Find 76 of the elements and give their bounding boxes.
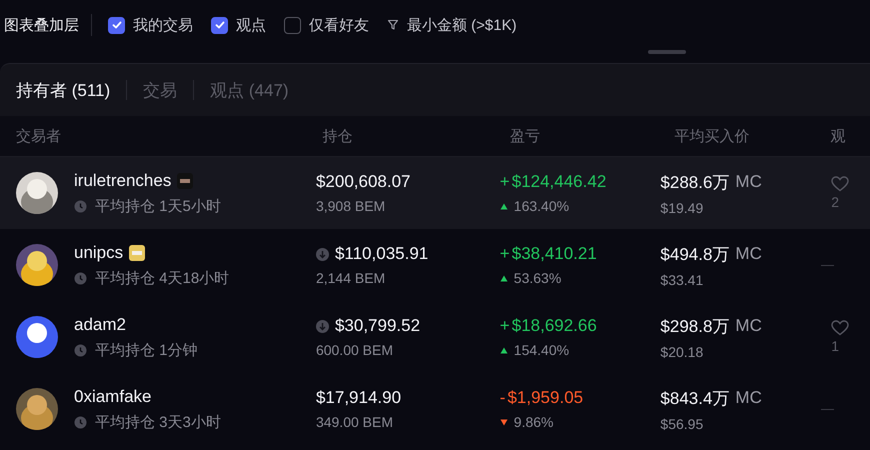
view-count: 2 (831, 194, 840, 210)
pnl-percent: 53.63% (514, 270, 562, 286)
avg-market-cap: $298.8万 (660, 316, 730, 338)
avg-market-cap: $843.4万 (660, 388, 730, 410)
holding-amount: 2,144 BEM (316, 270, 386, 286)
filter-icon (387, 19, 399, 31)
column-header: 持仓 (322, 126, 354, 146)
market-cap-unit: MC (735, 172, 762, 192)
trader-name[interactable]: iruletrenches (74, 170, 172, 190)
option-checkbox[interactable]: 仅看好友 (284, 16, 369, 34)
checkbox[interactable] (108, 16, 125, 34)
pnl-value: $1,959.05 (507, 388, 584, 408)
pnl-value: $124,446.42 (512, 172, 606, 192)
pnl-sign: + (500, 244, 510, 264)
pnl-percent: 163.40% (514, 198, 570, 214)
down-triangle-icon (500, 418, 508, 426)
avg-buy-price: $20.18 (660, 344, 704, 360)
overlay-title: 图表叠加层 (4, 16, 79, 34)
avg-market-cap: $288.6万 (660, 172, 730, 194)
clock-icon (74, 200, 87, 212)
up-triangle-icon (500, 346, 508, 354)
trader-name[interactable]: adam2 (74, 314, 126, 334)
check-icon (214, 19, 226, 31)
pnl-percent: 154.40% (514, 342, 570, 358)
option-checkbox[interactable]: 观点 (211, 16, 266, 34)
option-label: 仅看好友 (309, 16, 369, 34)
market-cap-unit: MC (735, 244, 762, 264)
hold-time: 平均持仓 4天18小时 (95, 268, 230, 288)
market-cap-unit: MC (735, 388, 762, 408)
clock-icon (74, 344, 87, 356)
avg-buy-price: $19.49 (660, 200, 704, 216)
option-label: 我的交易 (133, 16, 193, 34)
up-triangle-icon (500, 202, 508, 210)
holding-value: $17,914.90 (316, 388, 402, 408)
holding-value: $200,608.07 (316, 172, 410, 192)
check-icon (110, 19, 122, 31)
heart-icon[interactable] (831, 176, 850, 192)
tab[interactable]: 持有者 (511) (16, 78, 110, 102)
pnl-value: $18,692.66 (512, 316, 597, 336)
trader-name[interactable]: 0xiamfake (74, 386, 152, 406)
min-amount-filter[interactable]: 最小金额 (>$1K) (387, 16, 517, 34)
hold-time: 平均持仓 1天5小时 (95, 196, 221, 216)
checkbox[interactable] (211, 16, 228, 34)
drag-handle[interactable] (648, 50, 686, 54)
checkbox[interactable] (284, 16, 301, 34)
column-header: 平均买入价 (674, 126, 750, 146)
column-header: 盈亏 (510, 126, 542, 146)
pnl-sign: + (500, 172, 510, 192)
column-header: 观 (830, 126, 846, 146)
pnl-sign: + (500, 316, 510, 336)
holding-amount: 3,908 BEM (316, 198, 386, 214)
trader-name[interactable]: unipcs (74, 242, 124, 262)
avg-buy-price: $33.41 (660, 272, 704, 288)
heart-icon[interactable] (831, 320, 850, 336)
view-count: 1 (831, 338, 840, 354)
holding-value: $30,799.52 (334, 316, 420, 336)
holding-amount: 600.00 BEM (316, 342, 394, 358)
option-checkbox[interactable]: 我的交易 (108, 16, 193, 34)
option-label: 观点 (236, 16, 266, 34)
clock-icon (74, 272, 87, 284)
empty-dash (821, 408, 834, 410)
avg-buy-price: $56.95 (660, 416, 704, 432)
hold-time: 平均持仓 3天3小时 (95, 412, 221, 432)
pnl-percent: 9.86% (514, 414, 554, 430)
holding-amount: 349.00 BEM (316, 414, 394, 430)
empty-dash (821, 264, 834, 266)
holding-value: $110,035.91 (334, 244, 428, 264)
pnl-sign: - (500, 388, 506, 408)
pnl-value: $38,410.21 (512, 244, 597, 264)
avg-market-cap: $494.8万 (660, 244, 730, 266)
row-highlight[interactable]: iruletrenches 平均持仓 1天5小时 $200,608.07 3,908 BEM +$124,446.42 163.40% $288.6万 MC $19.49 2 (0, 157, 870, 229)
hold-time: 平均持仓 1分钟 (95, 340, 198, 360)
clock-icon (74, 416, 87, 428)
market-cap-unit: MC (735, 316, 762, 336)
up-triangle-icon (500, 274, 508, 282)
column-header: 交易者 (15, 126, 62, 146)
